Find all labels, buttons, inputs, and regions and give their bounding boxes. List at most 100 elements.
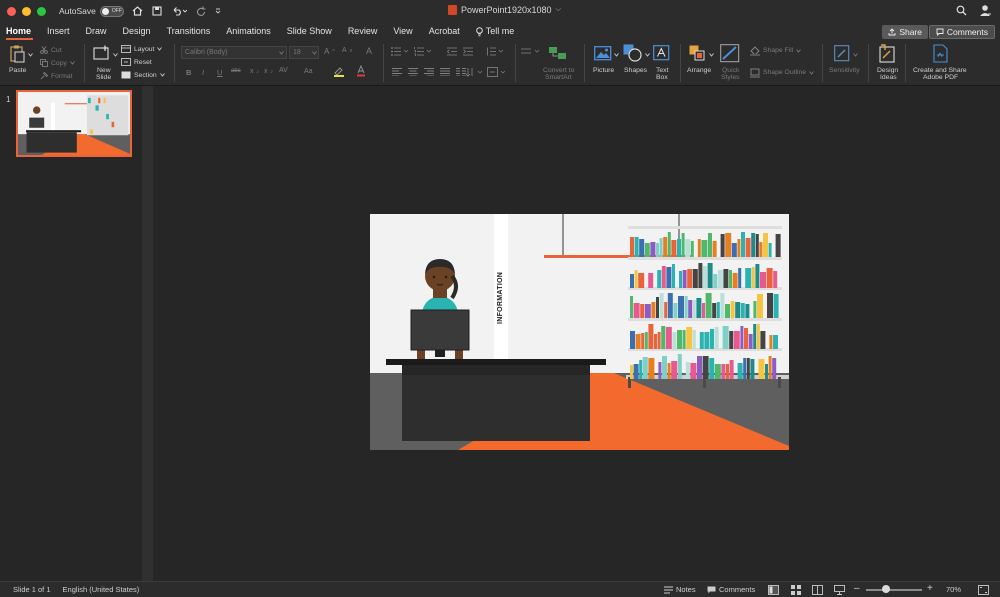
adobe-pdf-label-2[interactable]: Adobe PDF	[923, 74, 958, 82]
format-painter-button[interactable]: Format	[40, 72, 73, 80]
tab-transitions[interactable]: Transitions	[159, 22, 219, 41]
layout-button[interactable]: Layout	[121, 45, 163, 53]
shape-fill-icon[interactable]	[750, 46, 760, 56]
chevron-down-icon[interactable]	[709, 53, 714, 57]
slide-sorter-view-icon[interactable]	[791, 585, 801, 595]
shape-outline-button[interactable]: Shape Outline	[763, 69, 814, 76]
new-slide-label-2[interactable]: Slide	[96, 74, 111, 82]
zoom-slider-handle[interactable]	[882, 585, 890, 593]
chevron-down-icon[interactable]	[159, 73, 165, 77]
zoom-window-button[interactable]	[37, 6, 46, 16]
align-right-icon[interactable]	[424, 68, 434, 76]
tab-draw[interactable]: Draw	[78, 22, 115, 41]
align-left-icon[interactable]	[392, 68, 402, 76]
underline-button[interactable]: U	[217, 68, 222, 77]
normal-view-icon[interactable]	[768, 585, 779, 595]
align-text-icon[interactable]	[487, 67, 507, 77]
increase-indent-icon[interactable]	[463, 47, 473, 56]
paste-icon[interactable]	[9, 45, 25, 63]
arrange-label[interactable]: Arrange	[687, 67, 711, 75]
adobe-pdf-icon[interactable]	[932, 44, 949, 63]
align-center-icon[interactable]	[408, 68, 418, 76]
chevron-down-icon[interactable]: ⌵	[556, 6, 561, 14]
redo-icon[interactable]	[196, 6, 206, 16]
design-ideas-icon[interactable]	[878, 44, 896, 63]
chevron-down-icon[interactable]	[279, 51, 284, 55]
zoom-level[interactable]: 70%	[946, 585, 961, 594]
minimize-window-button[interactable]	[22, 6, 31, 16]
chevron-down-icon[interactable]	[70, 61, 75, 65]
chevron-down-icon[interactable]	[312, 51, 317, 55]
decrease-indent-icon[interactable]	[447, 47, 457, 56]
convert-smartart-label-2[interactable]: SmartArt	[545, 74, 572, 82]
picture-icon[interactable]	[594, 46, 612, 61]
font-name-box[interactable]: Calibri (Body)	[181, 46, 287, 59]
tab-animations[interactable]: Animations	[218, 22, 279, 41]
sensitivity-icon[interactable]	[834, 45, 850, 62]
character-spacing-button[interactable]: AV	[279, 67, 288, 74]
reset-button[interactable]: Reset	[121, 58, 152, 66]
smartart-list-icon[interactable]	[521, 47, 543, 56]
home-icon[interactable]	[132, 6, 143, 16]
fit-slide-icon[interactable]	[978, 585, 989, 595]
bullets-icon[interactable]	[391, 47, 409, 56]
design-ideas-label-2[interactable]: Ideas	[880, 74, 897, 82]
justify-icon[interactable]	[440, 68, 450, 76]
chevron-down-icon[interactable]	[113, 53, 118, 57]
new-slide-icon[interactable]	[93, 45, 111, 62]
cut-button[interactable]: Cut	[40, 46, 62, 54]
italic-button[interactable]: I	[202, 68, 204, 77]
reading-view-icon[interactable]	[812, 585, 823, 595]
tab-review[interactable]: Review	[340, 22, 386, 41]
numbering-icon[interactable]	[414, 47, 432, 56]
decrease-font-size-icon[interactable]: Av	[342, 47, 352, 54]
tab-insert[interactable]: Insert	[39, 22, 78, 41]
pane-divider[interactable]	[142, 86, 153, 581]
language-status[interactable]: English (United States)	[63, 585, 140, 594]
status-comments-button[interactable]: Comments	[707, 585, 755, 594]
line-spacing-icon[interactable]	[486, 47, 504, 56]
chevron-down-icon[interactable]	[157, 47, 163, 51]
chevron-down-icon[interactable]	[28, 53, 33, 57]
columns-icon[interactable]	[456, 68, 466, 76]
paste-button-label[interactable]: Paste	[9, 67, 26, 75]
highlight-icon[interactable]	[333, 66, 345, 77]
autosave-toggle[interactable]: OFF	[99, 5, 124, 17]
tab-design[interactable]: Design	[115, 22, 159, 41]
shape-fill-button[interactable]: Shape Fill	[763, 47, 802, 54]
picture-label[interactable]: Picture	[593, 67, 614, 75]
chevron-down-icon[interactable]	[614, 53, 619, 57]
tab-home[interactable]: Home	[0, 22, 39, 41]
arrange-icon[interactable]	[689, 45, 707, 62]
chevron-down-icon[interactable]	[645, 53, 650, 57]
account-icon[interactable]	[979, 4, 992, 17]
increase-font-size-icon[interactable]: A ^	[324, 47, 335, 56]
zoom-in-button[interactable]: +	[927, 583, 933, 594]
tab-slide-show[interactable]: Slide Show	[279, 22, 340, 41]
text-box-icon[interactable]	[653, 45, 670, 61]
save-icon[interactable]	[152, 6, 162, 16]
chevron-down-icon[interactable]	[796, 48, 802, 53]
comments-button[interactable]: Comments	[928, 25, 995, 39]
slide-thumbnail-1[interactable]	[16, 90, 132, 157]
customize-toolbar-icon[interactable]	[215, 7, 221, 15]
tell-me-search[interactable]: Tell me	[468, 22, 523, 41]
notes-button[interactable]: Notes	[664, 585, 696, 594]
text-direction-icon[interactable]	[466, 67, 484, 77]
section-button[interactable]: Section	[121, 71, 165, 79]
bold-button[interactable]: B	[186, 68, 191, 77]
strikethrough-button[interactable]: abc	[231, 68, 241, 74]
sensitivity-label[interactable]: Sensitivity	[829, 67, 860, 75]
text-box-label-2[interactable]: Box	[656, 74, 668, 82]
slide-1[interactable]: INFORMATION	[370, 214, 789, 450]
shape-outline-icon[interactable]	[750, 68, 760, 78]
shapes-icon[interactable]	[623, 44, 643, 62]
tab-acrobat[interactable]: Acrobat	[421, 22, 468, 41]
superscript-button[interactable]: x2	[250, 68, 259, 75]
tab-view[interactable]: View	[385, 22, 420, 41]
undo-icon[interactable]	[171, 6, 187, 16]
copy-button[interactable]: Copy	[40, 59, 75, 67]
font-color-icon[interactable]	[356, 65, 366, 77]
search-icon[interactable]	[956, 5, 967, 16]
shapes-label[interactable]: Shapes	[624, 67, 647, 75]
